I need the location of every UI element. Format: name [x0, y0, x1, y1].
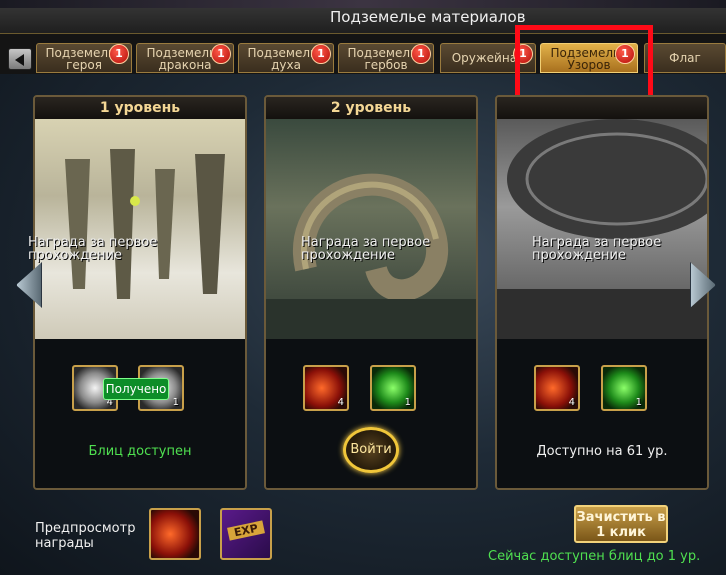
- tab-flag[interactable]: Флаг: [644, 43, 726, 73]
- enter-button[interactable]: Войти: [343, 427, 399, 473]
- card-lower-panel: Блиц доступен: [35, 339, 245, 488]
- red-emblem-icon[interactable]: 4: [534, 365, 580, 411]
- notification-badge: 1: [311, 44, 331, 64]
- unlock-level-status: Доступно на 61 ур.: [536, 444, 668, 459]
- item-quantity: 1: [635, 397, 642, 408]
- exp-label: EXP: [227, 520, 265, 541]
- title-decoration: [0, 0, 726, 8]
- level-card-1[interactable]: 1 уровень Блиц доступен: [33, 95, 247, 490]
- first-clear-reward-label: Награда за первое прохождение: [28, 235, 158, 263]
- item-quantity: 4: [337, 397, 344, 408]
- item-quantity: 1: [172, 397, 179, 408]
- tab-crest-dungeon[interactable]: Подземелье гербов 1: [338, 43, 434, 73]
- notification-badge: 1: [109, 44, 129, 64]
- tab-dragon-dungeon[interactable]: Подземелье дракона 1: [136, 43, 234, 73]
- item-quantity: 1: [404, 397, 411, 408]
- level-art: [35, 119, 245, 339]
- tabs-scroll-left-button[interactable]: [8, 48, 32, 70]
- notification-badge: 1: [411, 44, 431, 64]
- tab-label: Флаг: [669, 51, 701, 65]
- tab-hero-dungeon[interactable]: Подземелье героя 1: [36, 43, 132, 73]
- level-title: 1 уровень: [35, 97, 245, 119]
- blitz-status: Блиц доступен: [88, 444, 192, 459]
- level-title: 2 уровень: [266, 97, 476, 119]
- stone-ring-image: [266, 173, 476, 339]
- first-clear-reward-label: Награда за первое прохождение: [301, 235, 431, 263]
- received-badge: Получено: [103, 378, 169, 400]
- sphere-city-image: [497, 119, 707, 339]
- red-emblem-icon[interactable]: 4: [303, 365, 349, 411]
- level-art: [497, 119, 707, 339]
- sweep-button[interactable]: Зачистить в 1 клик: [574, 505, 668, 543]
- level-card-3[interactable]: Доступно на 61 ур.: [495, 95, 709, 490]
- first-clear-reward-label: Награда за первое прохождение: [532, 235, 662, 263]
- floating-rocks-image: [65, 149, 225, 299]
- item-quantity: 4: [568, 397, 575, 408]
- green-orb-icon[interactable]: 1: [601, 365, 647, 411]
- level-art: [266, 119, 476, 339]
- reward-preview-label: Предпросмотр награды: [35, 521, 136, 551]
- exp-scroll-icon[interactable]: EXP: [220, 508, 272, 560]
- tab-spirit-dungeon[interactable]: Подземелье духа 1: [238, 43, 334, 73]
- blitz-availability-note: Сейчас доступен блиц до 1 ур.: [488, 549, 701, 564]
- level-title: [497, 97, 707, 119]
- card-lower-panel: Доступно на 61 ур.: [497, 339, 707, 488]
- green-orb-icon[interactable]: 1: [370, 365, 416, 411]
- highlight-box: [515, 25, 653, 100]
- red-emblem-icon[interactable]: [149, 508, 201, 560]
- notification-badge: 1: [211, 44, 231, 64]
